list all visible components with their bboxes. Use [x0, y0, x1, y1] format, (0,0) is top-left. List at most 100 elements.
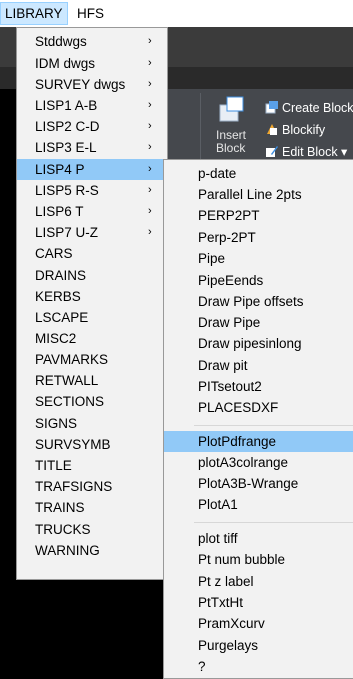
menu-item-label: Pt z label — [198, 574, 254, 589]
menu-item-label: TRAINS — [35, 500, 85, 515]
lisp4-menu-item[interactable]: PlotPdfrange — [164, 431, 353, 452]
insert-block-icon[interactable] — [218, 95, 246, 123]
menu-separator — [194, 522, 353, 523]
menu-item-label: Pt num bubble — [198, 552, 286, 567]
library-menu-item[interactable]: LISP6 T › — [17, 201, 167, 222]
lisp4-menu-item[interactable]: Draw Pipe — [164, 312, 353, 333]
lisp4-menu-item[interactable]: p-date — [164, 163, 353, 184]
lisp4-menu-item[interactable]: Draw Pipe offsets — [164, 291, 353, 312]
menu-item-label: PlotA3B-Wrange — [198, 476, 299, 491]
submenu-arrow-icon: › — [148, 120, 152, 132]
library-menu-item[interactable]: LISP1 A-B › — [17, 95, 167, 116]
library-menu-item[interactable]: LSCAPE — [17, 307, 167, 328]
ribbon-block-panel: Insert Block Create Block Blockify Edit … — [160, 89, 353, 164]
create-block-label: Create Block — [282, 101, 353, 115]
menu-item-label: Pipe — [198, 251, 226, 266]
lisp4-menu-item[interactable]: Draw pipesinlong — [164, 333, 353, 354]
library-menu-item[interactable]: TRAINS — [17, 497, 167, 518]
lisp4-menu-item[interactable]: Parallel Line 2pts — [164, 184, 353, 205]
submenu-arrow-icon: › — [148, 205, 152, 217]
menu-item-label: Draw pipesinlong — [198, 336, 302, 351]
menu-item-label: LISP2 C-D — [35, 119, 100, 134]
menu-item-label: Perp-2PT — [198, 230, 256, 245]
menu-item-label: PlotA1 — [198, 497, 238, 512]
library-menu-item[interactable]: Stddwgs › — [17, 31, 167, 52]
menu-separator — [194, 425, 353, 426]
library-menu: Stddwgs › IDM dwgs › SURVEY dwgs › LISP1 A-B › L… — [16, 27, 168, 580]
blockify-button[interactable]: Blockify — [265, 121, 325, 139]
library-menu-item[interactable]: WARNING — [17, 540, 167, 561]
library-menu-item[interactable]: SECTIONS — [17, 391, 167, 412]
menu-item-label: WARNING — [35, 543, 100, 558]
lisp4-menu-item[interactable]: Pt num bubble — [164, 549, 353, 570]
create-block-button[interactable]: Create Block — [265, 99, 353, 117]
library-menu-item[interactable]: LISP3 E-L › — [17, 137, 167, 158]
menu-item-label: plotA3colrange — [198, 455, 289, 470]
menu-item-label: ? — [198, 659, 206, 674]
lisp4-menu-item[interactable]: PlotA1 — [164, 494, 353, 515]
library-menu-item[interactable]: KERBS — [17, 286, 167, 307]
lisp4-menu-item[interactable]: PramXcurv — [164, 613, 353, 634]
lisp4-menu-item[interactable]: Perp-2PT — [164, 227, 353, 248]
library-menu-item[interactable]: TITLE — [17, 455, 167, 476]
menu-item-label: PAVMARKS — [35, 352, 109, 367]
menu-item-label: TITLE — [35, 458, 72, 473]
library-menu-item[interactable]: SIGNS — [17, 413, 167, 434]
menu-item-label: DRAINS — [35, 268, 87, 283]
library-menu-item[interactable]: LISP7 U-Z › — [17, 222, 167, 243]
menu-library[interactable]: LIBRARY — [0, 2, 68, 25]
menu-item-label: Parallel Line 2pts — [198, 187, 302, 202]
lisp4-menu-item[interactable]: Draw pit — [164, 355, 353, 376]
library-menu-item[interactable]: CARS — [17, 243, 167, 264]
menu-item-label: SURVEY dwgs — [35, 77, 126, 92]
lisp4-menu-item[interactable]: ? — [164, 656, 353, 677]
library-menu-item[interactable]: MISC2 — [17, 328, 167, 349]
lisp4-menu-item[interactable]: PERP2PT — [164, 205, 353, 226]
lisp4-menu-item[interactable]: plot tiff — [164, 528, 353, 549]
create-block-icon — [265, 101, 278, 114]
submenu-arrow-icon: › — [148, 57, 152, 69]
menu-item-label: LSCAPE — [35, 310, 89, 325]
library-menu-item[interactable]: PAVMARKS — [17, 349, 167, 370]
menu-item-label: p-date — [198, 166, 237, 181]
submenu-arrow-icon: › — [148, 99, 152, 111]
menu-item-label: SURVSYMB — [35, 437, 111, 452]
library-menu-item[interactable]: IDM dwgs › — [17, 53, 167, 74]
menu-item-label: TRUCKS — [35, 522, 91, 537]
library-menu-item[interactable]: LISP2 C-D › — [17, 116, 167, 137]
menu-item-label: PERP2PT — [198, 208, 260, 223]
lisp4-menu-item[interactable]: Pipe — [164, 248, 353, 269]
library-menu-item[interactable]: TRAFSIGNS — [17, 476, 167, 497]
menu-hfs[interactable]: HFS — [73, 3, 108, 25]
insert-block-label[interactable]: Insert Block — [216, 129, 246, 155]
lisp4-menu-item[interactable]: Pt z label — [164, 571, 353, 592]
lisp4-submenu: p-date Parallel Line 2pts PERP2PT Perp-2PT P… — [163, 159, 353, 679]
menu-item-label: RETWALL — [35, 373, 99, 388]
edit-block-icon — [266, 146, 278, 157]
submenu-arrow-icon: › — [148, 163, 152, 175]
library-menu-item[interactable]: LISP5 R-S › — [17, 180, 167, 201]
library-menu-item[interactable]: SURVEY dwgs › — [17, 74, 167, 95]
menu-item-label: IDM dwgs — [35, 56, 96, 71]
lisp4-menu-item[interactable]: PlotA3B-Wrange — [164, 473, 353, 494]
menu-item-label: PITsetout2 — [198, 379, 262, 394]
lisp4-menu-item[interactable]: plotA3colrange — [164, 452, 353, 473]
lisp4-menu-item[interactable]: PipeEends — [164, 270, 353, 291]
blockify-icon — [267, 124, 277, 135]
menu-item-label: Draw Pipe offsets — [198, 294, 304, 309]
lisp4-menu-item[interactable]: Purgelays — [164, 635, 353, 656]
lisp4-menu-item[interactable]: PITsetout2 — [164, 376, 353, 397]
menu-item-label: LISP7 U-Z — [35, 225, 99, 240]
library-menu-item[interactable]: SURVSYMB — [17, 434, 167, 455]
lisp4-menu-item[interactable]: PtTxtHt — [164, 592, 353, 613]
menu-item-label: LISP3 E-L — [35, 140, 97, 155]
library-menu-item[interactable]: TRUCKS — [17, 519, 167, 540]
menu-item-label: SIGNS — [35, 416, 78, 431]
library-menu-item[interactable]: RETWALL — [17, 370, 167, 391]
menu-item-label: Draw Pipe — [198, 315, 261, 330]
menu-item-label: PlotPdfrange — [198, 434, 277, 449]
library-menu-item[interactable]: LISP4 P › — [17, 159, 167, 180]
menu-item-label: PLACESDXF — [198, 400, 279, 415]
lisp4-menu-item[interactable]: PLACESDXF — [164, 397, 353, 418]
library-menu-item[interactable]: DRAINS — [17, 265, 167, 286]
